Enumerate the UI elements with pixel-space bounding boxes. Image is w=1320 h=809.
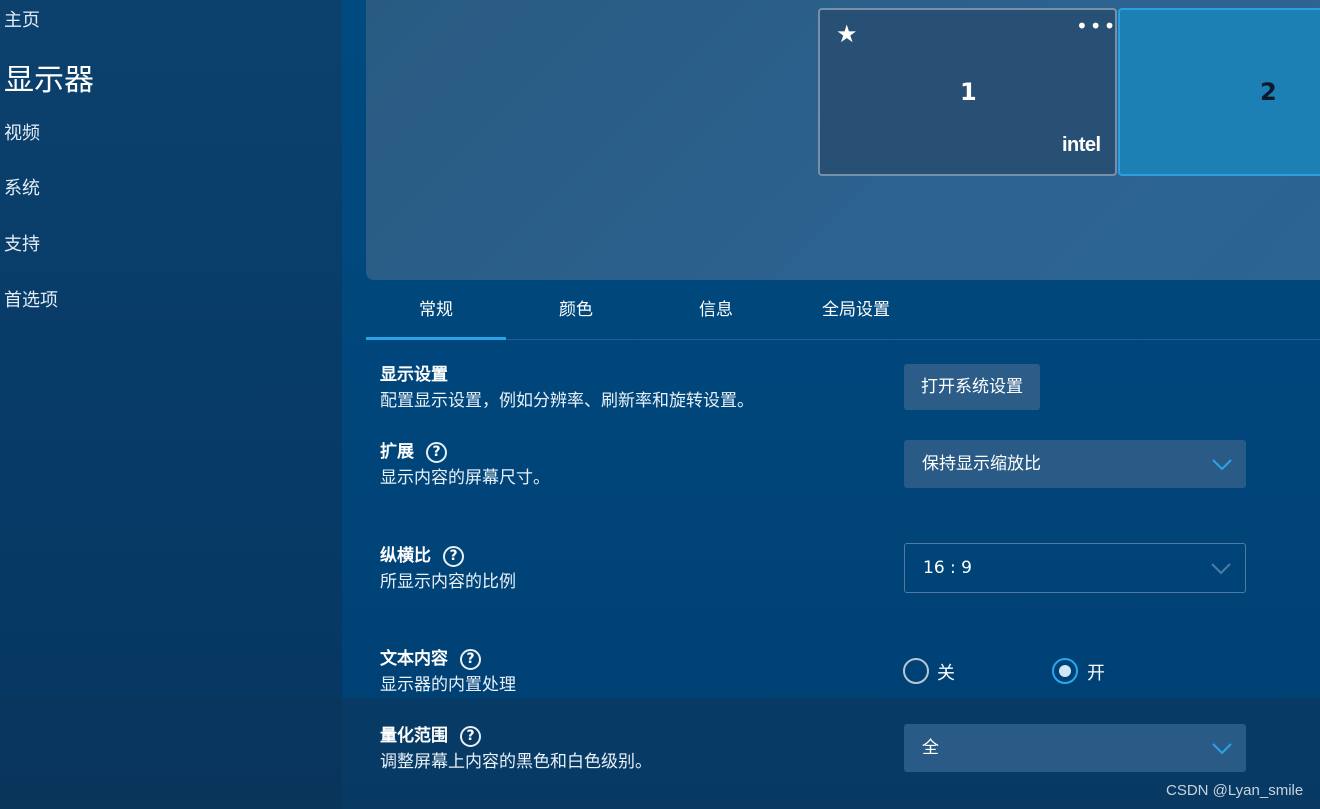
monitor-number: 1 [960, 78, 977, 106]
watermark: CSDN @Lyan_smile [1166, 782, 1304, 799]
chevron-down-icon [1212, 743, 1232, 755]
text-content-on-label: 开 [1087, 663, 1105, 684]
text-content-title-text: 文本内容 [380, 649, 448, 669]
monitor-2-tile[interactable]: 2 [1118, 8, 1320, 176]
text-content-title: 文本内容? [380, 644, 481, 670]
help-icon[interactable]: ? [460, 649, 481, 670]
aspect-ratio-desc: 所显示内容的比例 [380, 572, 516, 592]
open-system-settings-button[interactable]: 打开系统设置 [904, 364, 1040, 410]
text-content-off-label: 关 [937, 663, 955, 684]
sidebar-item-display[interactable]: 显示器 [4, 55, 94, 99]
monitor-1-tile[interactable]: ★ ••• 1 intel [818, 8, 1117, 176]
help-icon[interactable]: ? [460, 726, 481, 747]
tab-color[interactable]: 颜色 [506, 290, 646, 340]
aspect-ratio-title-text: 纵横比 [380, 546, 431, 566]
display-preview: ★ ••• 1 intel 2 [366, 0, 1320, 280]
star-icon: ★ [836, 20, 858, 48]
scaling-title-text: 扩展 [380, 442, 414, 462]
sidebar-item-support[interactable]: 支持 [4, 230, 40, 256]
scaling-dropdown[interactable]: 保持显示缩放比 [904, 440, 1246, 488]
sidebar-item-video[interactable]: 视频 [4, 119, 40, 145]
help-icon[interactable]: ? [443, 546, 464, 567]
sidebar-item-home[interactable]: 主页 [4, 6, 40, 32]
scaling-dropdown-value: 保持显示缩放比 [922, 454, 1041, 474]
intel-logo: intel [1062, 134, 1101, 156]
sidebar-item-system[interactable]: 系统 [4, 174, 40, 200]
scaling-desc: 显示内容的屏幕尺寸。 [380, 468, 550, 488]
aspect-ratio-title: 纵横比? [380, 541, 464, 567]
main-panel: ★ ••• 1 intel 2 常规 颜色 信息 全局设置 显示设置 配置显示设… [342, 0, 1320, 809]
aspect-ratio-dropdown-value: 16 : 9 [923, 558, 972, 578]
tab-info[interactable]: 信息 [646, 290, 786, 340]
quant-range-dropdown-value: 全 [922, 738, 939, 758]
quant-range-dropdown[interactable]: 全 [904, 724, 1246, 772]
sidebar: 主页 显示器 视频 系统 支持 首选项 [0, 0, 342, 809]
scaling-title: 扩展? [380, 437, 447, 463]
tab-general[interactable]: 常规 [366, 290, 506, 340]
text-content-off-radio[interactable] [903, 658, 929, 684]
display-settings-desc: 配置显示设置，例如分辨率、刷新率和旋转设置。 [380, 391, 754, 411]
chevron-down-icon [1212, 459, 1232, 471]
help-icon[interactable]: ? [426, 442, 447, 463]
text-content-desc: 显示器的内置处理 [380, 675, 516, 695]
tab-bar: 常规 颜色 信息 全局设置 [366, 290, 1320, 340]
display-settings-title: 显示设置 [380, 365, 448, 385]
text-content-on-radio[interactable] [1052, 658, 1078, 684]
aspect-ratio-dropdown[interactable]: 16 : 9 [904, 543, 1246, 593]
more-options-icon[interactable]: ••• [1076, 14, 1117, 38]
sidebar-item-preferences[interactable]: 首选项 [4, 286, 58, 312]
monitor-number: 2 [1260, 78, 1277, 106]
tab-global-settings[interactable]: 全局设置 [786, 290, 926, 340]
chevron-down-icon [1211, 563, 1231, 575]
